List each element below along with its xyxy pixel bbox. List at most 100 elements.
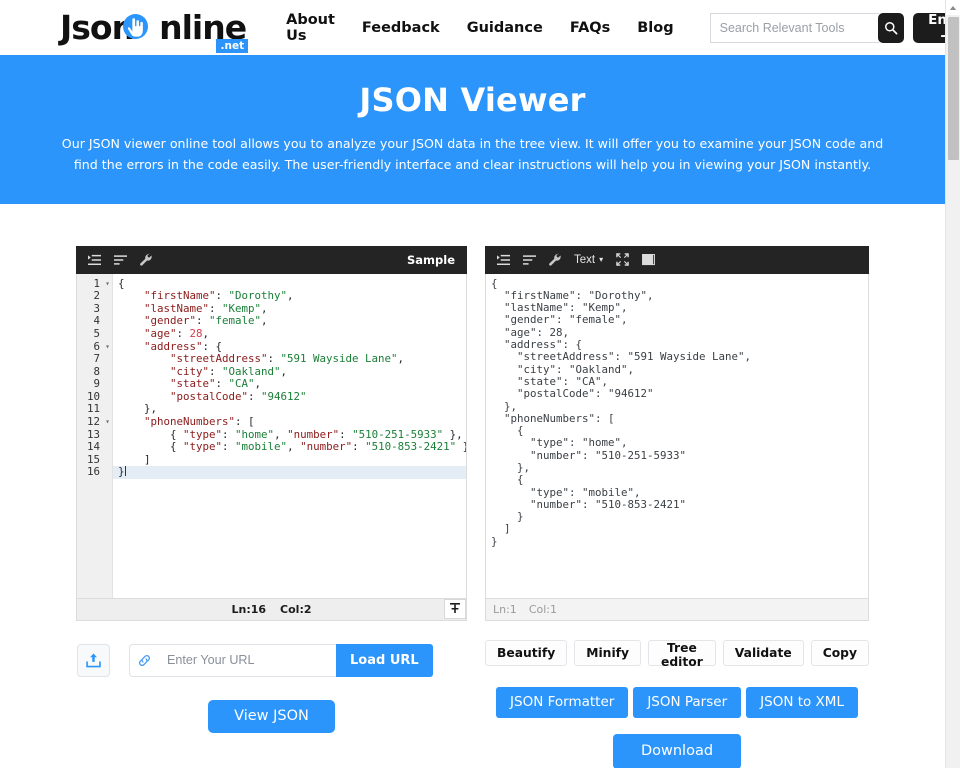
search-area: English - EN ⌄ [710,13,945,43]
code-token: : [268,352,281,365]
right-status-col: Col:1 [529,603,557,616]
nav-item-feedback[interactable]: Feedback [362,20,440,36]
view-json-row: View JSON [76,700,467,733]
code-token: "home" [235,428,274,441]
expand-glyph [616,253,629,266]
code-token: , [261,302,268,315]
scroll-up-button[interactable] [946,0,960,15]
code-token: "female" [209,314,261,327]
compact-icon[interactable] [108,249,132,271]
code-token: "591 Wayside Lane" [281,352,398,365]
indent-glyph [88,254,101,266]
code-token: : { [203,340,223,353]
code-line: "postalCode": "94612" [113,391,467,404]
code-token: , [255,377,262,390]
code-lines[interactable]: { "firstName": "Dorothy", "lastName": "K… [113,274,467,598]
wrench-icon[interactable] [134,249,158,271]
json-formatter-button[interactable]: JSON Formatter [496,687,628,718]
main-card: Sample 1▾23456▾789101112▾13141516 { "fir… [48,226,897,768]
hero-description: Our JSON viewer online tool allows you t… [58,134,888,176]
logo-net-badge: .net [216,39,248,53]
left-pane: Sample 1▾23456▾789101112▾13141516 { "fir… [76,246,467,768]
indent-icon[interactable] [491,249,515,271]
view-json-button[interactable]: View JSON [208,700,335,733]
code-token: }, [118,402,157,415]
code-token: , [287,440,300,453]
left-status-line: Ln:16 [232,603,267,616]
indent-icon[interactable] [82,249,106,271]
mode-dropdown[interactable]: Text ▾ [569,254,608,266]
code-token: "state" [118,377,216,390]
hero-banner: JSON Viewer Our JSON viewer online tool … [0,55,945,204]
download-row: Download [485,734,869,768]
code-token: : [ [235,415,255,428]
page-scrollbar[interactable] [945,0,960,768]
code-token: : [352,440,365,453]
right-pane: Text ▾ { "firstName": "Dorothy", [485,246,869,768]
scrollbar-thumb[interactable] [948,17,959,160]
language-selector[interactable]: English - EN ⌄ [913,13,945,43]
link-icon [129,644,159,677]
download-button[interactable]: Download [613,734,741,768]
code-token: { [118,440,183,453]
nav-item-guidance[interactable]: Guidance [467,20,543,36]
line-number: 9 [77,378,112,391]
code-line: ] [113,454,467,467]
validate-button[interactable]: Validate [723,640,804,666]
nav-item-blog[interactable]: Blog [637,20,673,36]
search-icon [884,21,898,35]
code-token: "mobile" [235,440,287,453]
code-token: "phoneNumbers" [118,415,235,428]
search-input[interactable] [710,13,879,43]
panel-icon[interactable] [636,249,660,271]
code-line: } [113,466,467,479]
search-button[interactable] [878,13,904,43]
resize-vertical-glyph [449,602,461,615]
site-logo[interactable]: Json nline .net [60,11,246,44]
upload-button[interactable] [77,644,110,677]
right-code-editor[interactable]: { "firstName": "Dorothy", "lastName": "K… [485,274,869,599]
code-token: "Dorothy" [229,289,288,302]
tree-editor-button[interactable]: Tree editor [648,640,716,666]
wrench-glyph [548,253,562,267]
left-code-editor[interactable]: 1▾23456▾789101112▾13141516 { "firstName"… [76,274,467,599]
fold-toggle-icon[interactable]: ▾ [105,278,110,291]
chevron-down-icon: ▾ [599,255,603,264]
code-token: : [196,314,209,327]
line-number-gutter: 1▾23456▾789101112▾13141516 [77,274,113,598]
code-token: "city" [118,365,209,378]
left-controls: Load URL [76,644,467,677]
json-to-xml-button[interactable]: JSON to XML [746,687,858,718]
copy-button[interactable]: Copy [811,640,869,666]
code-token: : [222,428,235,441]
left-status-bar: Ln:16 Col:2 [76,599,467,621]
compact-glyph [523,254,536,266]
page-viewport: Json nline .net About Us Feedback Guidan… [0,0,945,768]
load-url-button[interactable]: Load URL [336,644,433,677]
compact-icon[interactable] [517,249,541,271]
expand-icon[interactable] [610,249,634,271]
wrench-icon[interactable] [543,249,567,271]
chevron-up-icon [949,5,957,11]
resize-vertical-icon[interactable] [444,599,466,619]
code-token: , [274,428,287,441]
code-token: { [118,277,125,290]
json-parser-button[interactable]: JSON Parser [633,687,741,718]
code-token: , [281,365,288,378]
sample-link[interactable]: Sample [407,253,461,267]
minify-button[interactable]: Minify [574,640,641,666]
fold-toggle-icon[interactable]: ▾ [105,416,110,429]
nav-item-faqs[interactable]: FAQs [570,20,610,36]
nav-item-about-us[interactable]: About Us [286,12,335,44]
code-token: , [398,352,405,365]
code-token: "Oakland" [222,365,281,378]
fold-toggle-icon[interactable]: ▾ [105,341,110,354]
beautify-button[interactable]: Beautify [485,640,567,666]
page-title: JSON Viewer [0,81,945,119]
url-input[interactable] [159,644,336,677]
hand-cursor-icon [126,17,146,41]
code-token: "age" [118,327,177,340]
line-number: 16 [77,466,112,479]
code-token: "firstName" [118,289,216,302]
main-nav: About Us Feedback Guidance FAQs Blog [286,12,674,44]
